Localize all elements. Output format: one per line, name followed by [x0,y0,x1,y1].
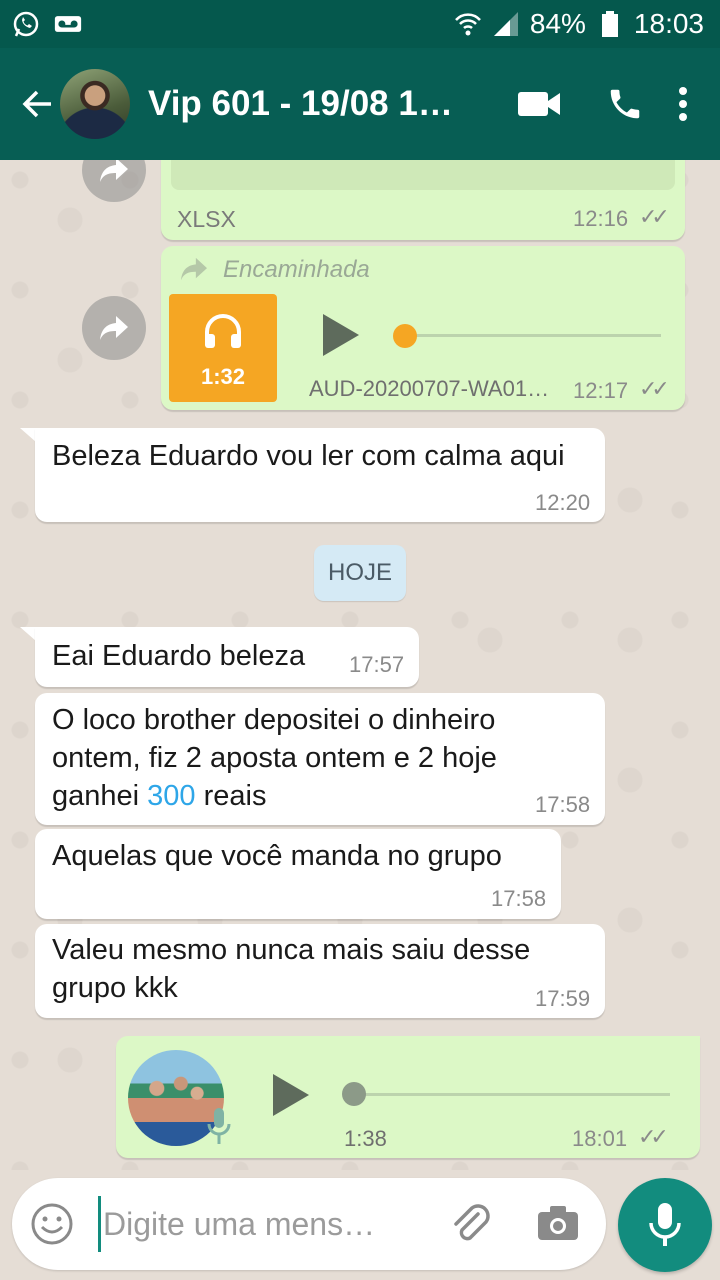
forward-button[interactable] [82,296,146,360]
message-text: Valeu mesmo nunca mais saiu desse grupo … [52,934,531,1004]
date-divider: HOJE [314,545,406,601]
message-incoming[interactable]: Valeu mesmo nunca mais saiu desse grupo … [35,924,605,1018]
play-button[interactable] [321,312,361,363]
battery-percent: 84% [529,8,586,39]
message-input-container [12,1178,606,1270]
forward-icon [100,316,128,340]
document-preview [171,160,675,190]
mic-icon [649,1203,681,1246]
double-check-icon: ✓✓ [639,376,670,401]
message-input[interactable] [98,1196,428,1252]
message-incoming[interactable]: Aquelas que você manda no grupo 17:58 [35,829,561,919]
message-text: Eai Eduardo beleza [52,640,306,672]
document-type: XLSX [177,206,236,232]
emoji-button[interactable] [30,1202,74,1251]
chat-header: Vip 601 - 19/08 1… [0,48,720,160]
status-bar: 84% 18:03 [0,0,720,48]
audio-filename: AUD-20200707-WA01… [309,376,550,401]
message-list[interactable]: XLSX 12:16 ✓✓ Encaminhada 1:32 AUD-20200… [0,160,720,1170]
message-text-part: O loco brother depositei o dinheiro onte… [52,704,497,812]
message-time: 17:58 [535,792,591,817]
play-icon [273,1074,309,1116]
wifi-icon [454,10,482,38]
attach-icon [454,1204,490,1241]
audio-duration: 1:38 [344,1126,387,1151]
detected-number-link[interactable]: 300 [147,780,195,812]
message-incoming[interactable]: Beleza Eduardo vou ler com calma aqui 12… [35,428,605,522]
message-time: 17:58 [491,886,547,911]
message-document[interactable]: XLSX 12:16 ✓✓ [161,160,685,240]
mic-icon [207,1108,231,1144]
audio-duration: 1:32 [200,364,246,389]
whatsapp-icon [12,10,40,38]
phone-icon [610,89,640,119]
bubble-tail [20,627,36,641]
forward-button[interactable] [82,160,146,202]
forwarded-label: Encaminhada [223,256,370,283]
contact-avatar[interactable] [60,69,130,139]
message-time: 18:01 [572,1126,628,1151]
double-check-icon: ✓✓ [638,1124,669,1149]
camera-button[interactable] [536,1204,580,1247]
message-time: 17:59 [535,986,591,1011]
attach-button[interactable] [448,1200,494,1251]
back-button[interactable] [12,74,62,134]
message-text: Beleza Eduardo vou ler com calma aqui [52,440,565,472]
video-call-icon [518,92,560,116]
video-call-button[interactable] [496,74,582,134]
signal-icon [492,10,520,38]
bubble-tail [20,428,36,442]
voicemail-icon [54,10,82,38]
message-forwarded-audio[interactable]: Encaminhada 1:32 AUD-20200707-WA01… 12:1… [161,246,685,410]
double-check-icon: ✓✓ [639,204,670,229]
play-button[interactable] [271,1072,311,1123]
chat-title[interactable]: Vip 601 - 19/08 1… [148,84,458,124]
clock: 18:03 [633,8,704,39]
more-options-button[interactable] [668,74,698,134]
audio-thumbnail: 1:32 [169,294,277,402]
message-incoming[interactable]: Eai Eduardo beleza 17:57 [35,627,419,687]
audio-progress-thumb[interactable] [393,324,417,348]
message-time: 17:57 [349,652,405,677]
camera-icon [538,1206,578,1240]
message-time: 12:20 [535,490,591,515]
record-voice-button[interactable] [618,1178,712,1272]
message-text-part: reais [195,780,267,812]
forward-icon [100,160,128,182]
message-incoming[interactable]: O loco brother depositei o dinheiro onte… [35,693,605,825]
forwarded-icon [181,257,207,281]
voice-call-button[interactable] [582,74,668,134]
message-voice-note[interactable]: 1:38 18:01 ✓✓ [116,1036,700,1158]
back-arrow-icon [22,90,51,118]
more-vert-icon [679,87,687,121]
message-time: 12:17 [573,378,629,403]
battery-icon [596,10,624,38]
audio-progress-track[interactable] [405,334,661,337]
composer [0,1170,720,1280]
play-icon [323,314,359,356]
emoji-icon [31,1203,73,1245]
audio-progress-thumb[interactable] [342,1082,366,1106]
message-text: Aquelas que você manda no grupo [52,840,502,872]
message-time: 12:16 [573,206,629,231]
audio-progress-track[interactable] [354,1093,670,1096]
headphones-icon [205,314,241,348]
message-text: O loco brother depositei o dinheiro onte… [52,701,582,815]
